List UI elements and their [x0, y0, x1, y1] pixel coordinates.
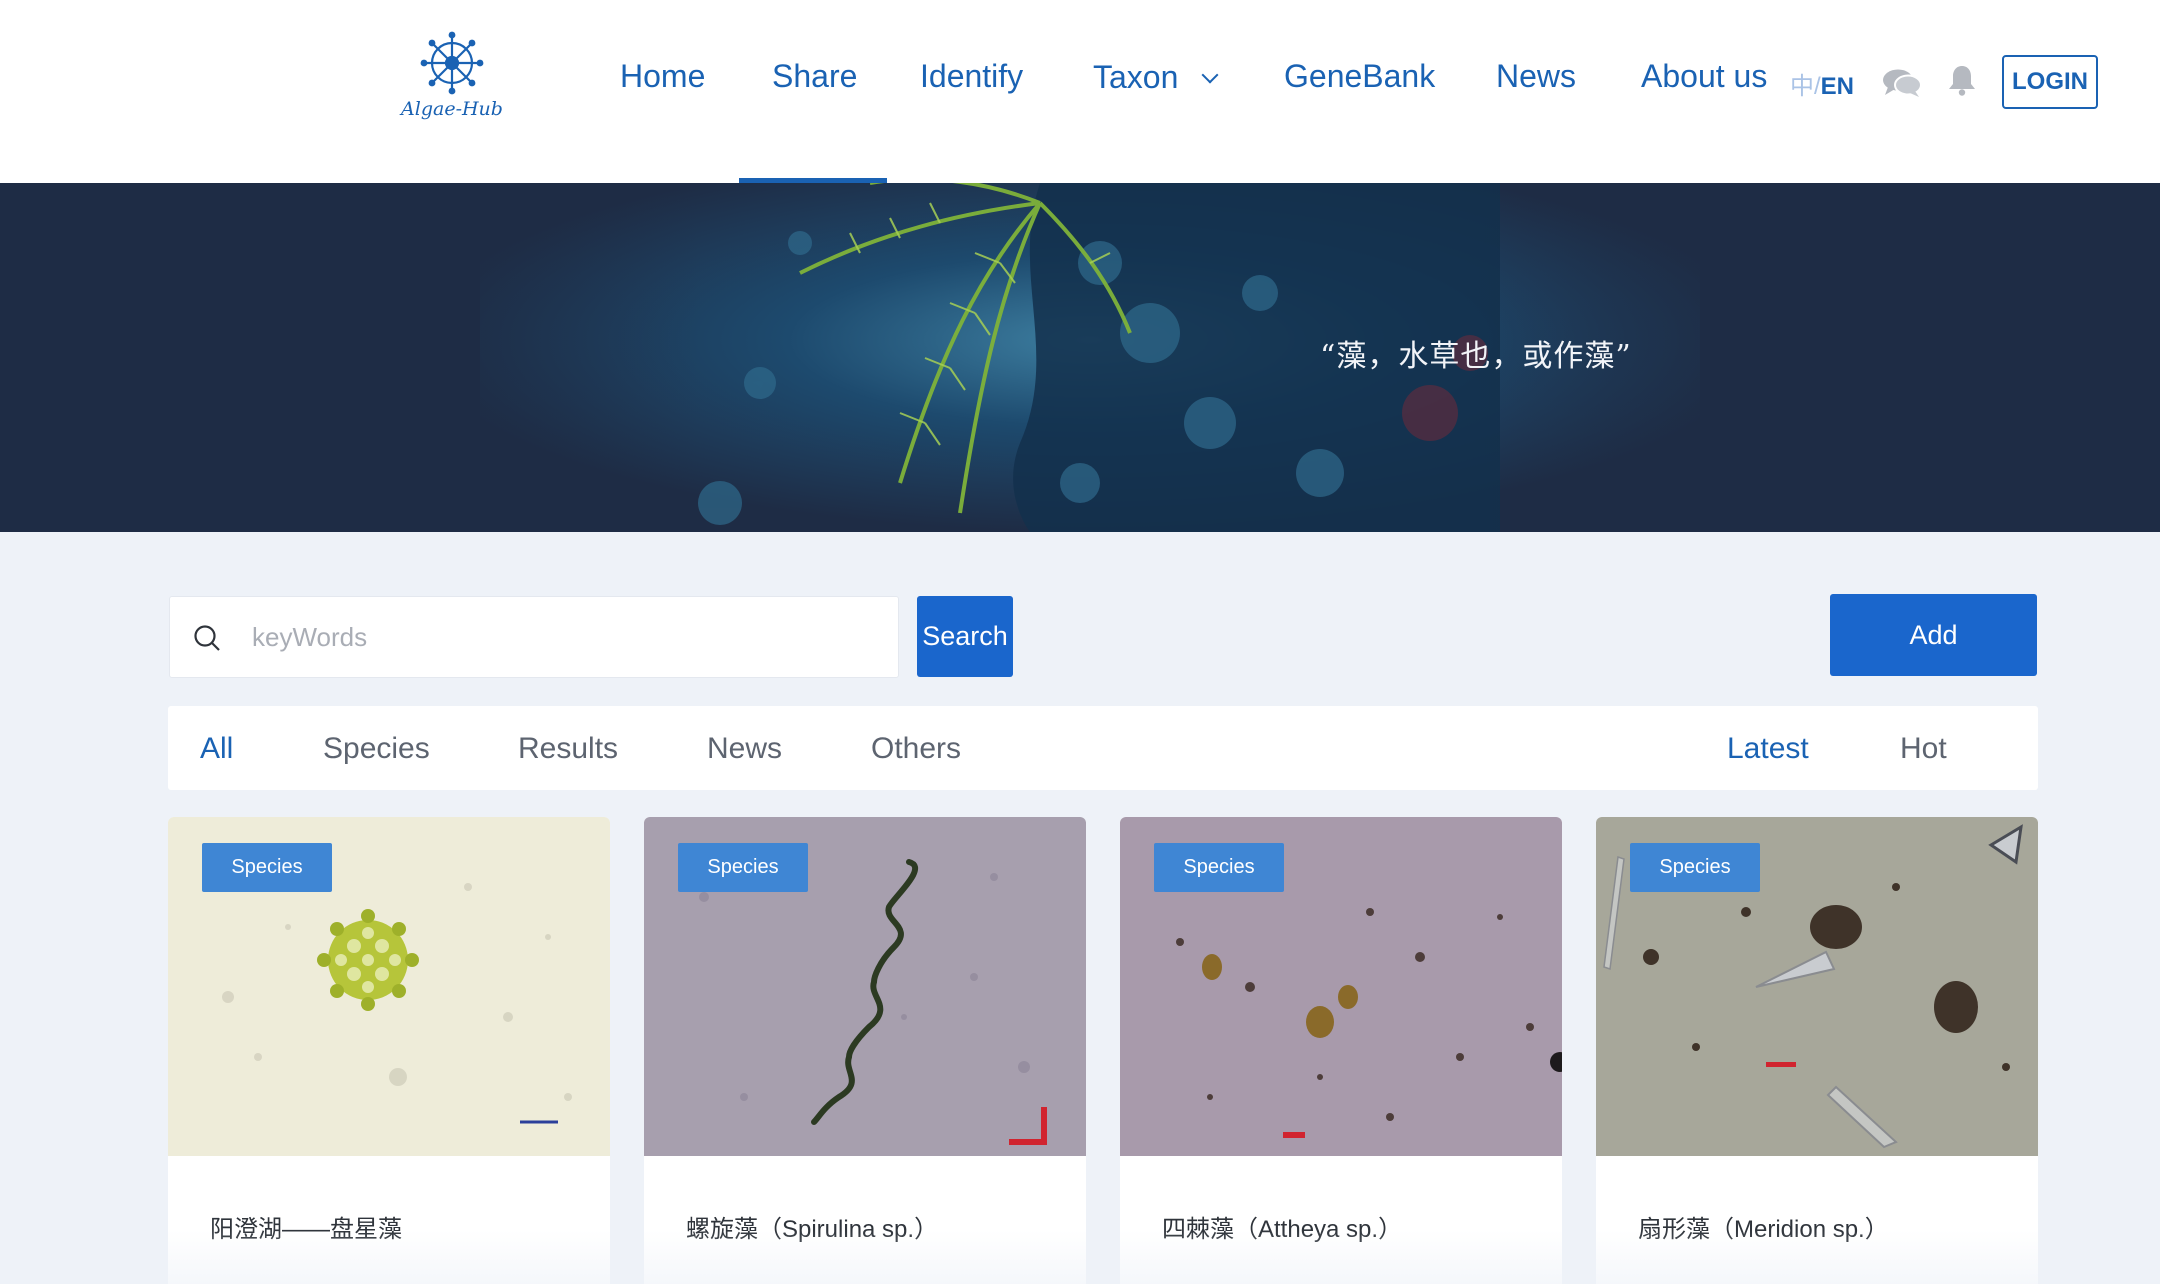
login-button[interactable]: LOGIN — [2002, 55, 2098, 109]
card-title[interactable]: 阳澄湖——盘星藻 — [210, 1209, 402, 1244]
tab-news[interactable]: News — [707, 732, 782, 766]
filter-bar: All Species Results News Others Latest H… — [168, 706, 2038, 790]
hero-banner: “藻，水草也，或作藻” — [0, 183, 2160, 532]
site-logo[interactable]: Algae-Hub — [396, 30, 508, 126]
search-icon — [194, 625, 220, 651]
card-title[interactable]: 四棘藻（Attheya sp.） — [1162, 1209, 1402, 1244]
banner-underwater-image — [0, 183, 2160, 532]
add-button[interactable]: Add — [1830, 594, 2037, 676]
nav-taxon[interactable]: Taxon — [1093, 59, 1219, 96]
tab-others[interactable]: Others — [871, 732, 961, 766]
top-navigation-bar: Algae-Hub Home Share Identify Taxon Gene… — [0, 0, 2160, 183]
sort-latest[interactable]: Latest — [1727, 732, 1809, 766]
tab-all[interactable]: All — [200, 732, 233, 766]
post-card[interactable]: Species 螺旋藻（Spirulina sp.） — [644, 817, 1086, 1284]
algae-hub-logo-icon — [420, 31, 484, 95]
nav-share[interactable]: Share — [772, 58, 857, 95]
nav-home[interactable]: Home — [620, 58, 705, 95]
post-card[interactable]: Species 四棘藻（Attheya sp.） — [1120, 817, 1562, 1284]
bell-icon[interactable] — [1947, 64, 1977, 101]
sort-hot[interactable]: Hot — [1900, 732, 1947, 766]
chat-icon[interactable] — [1882, 68, 1922, 103]
category-badge: Species — [1630, 843, 1760, 892]
nav-news[interactable]: News — [1496, 58, 1576, 95]
tab-species[interactable]: Species — [323, 732, 430, 766]
nav-genebank[interactable]: GeneBank — [1284, 58, 1435, 95]
post-card[interactable]: Species 阳澄湖——盘星藻 — [168, 817, 610, 1284]
category-badge: Species — [1154, 843, 1284, 892]
lang-separator: / — [1814, 73, 1821, 100]
nav-taxon-label: Taxon — [1093, 59, 1179, 95]
language-switch[interactable]: 中/EN — [1790, 66, 1854, 101]
search-box[interactable] — [169, 596, 899, 678]
lang-zh[interactable]: 中 — [1790, 73, 1814, 100]
lang-en[interactable]: EN — [1821, 73, 1854, 100]
card-title[interactable]: 扇形藻（Meridion sp.） — [1638, 1209, 1889, 1244]
card-title[interactable]: 螺旋藻（Spirulina sp.） — [686, 1209, 938, 1244]
banner-quote: “藻，水草也，或作藻” — [1320, 339, 1632, 374]
search-button[interactable]: Search — [917, 596, 1013, 677]
post-card[interactable]: Species 扇形藻（Meridion sp.） — [1596, 817, 2038, 1284]
tab-results[interactable]: Results — [518, 732, 618, 766]
nav-about-us[interactable]: About us — [1641, 58, 1767, 95]
chevron-down-icon — [1201, 66, 1219, 84]
nav-identify[interactable]: Identify — [920, 58, 1023, 95]
search-input[interactable] — [252, 597, 882, 677]
logo-text: Algae-Hub — [401, 98, 503, 120]
category-badge: Species — [678, 843, 808, 892]
category-badge: Species — [202, 843, 332, 892]
